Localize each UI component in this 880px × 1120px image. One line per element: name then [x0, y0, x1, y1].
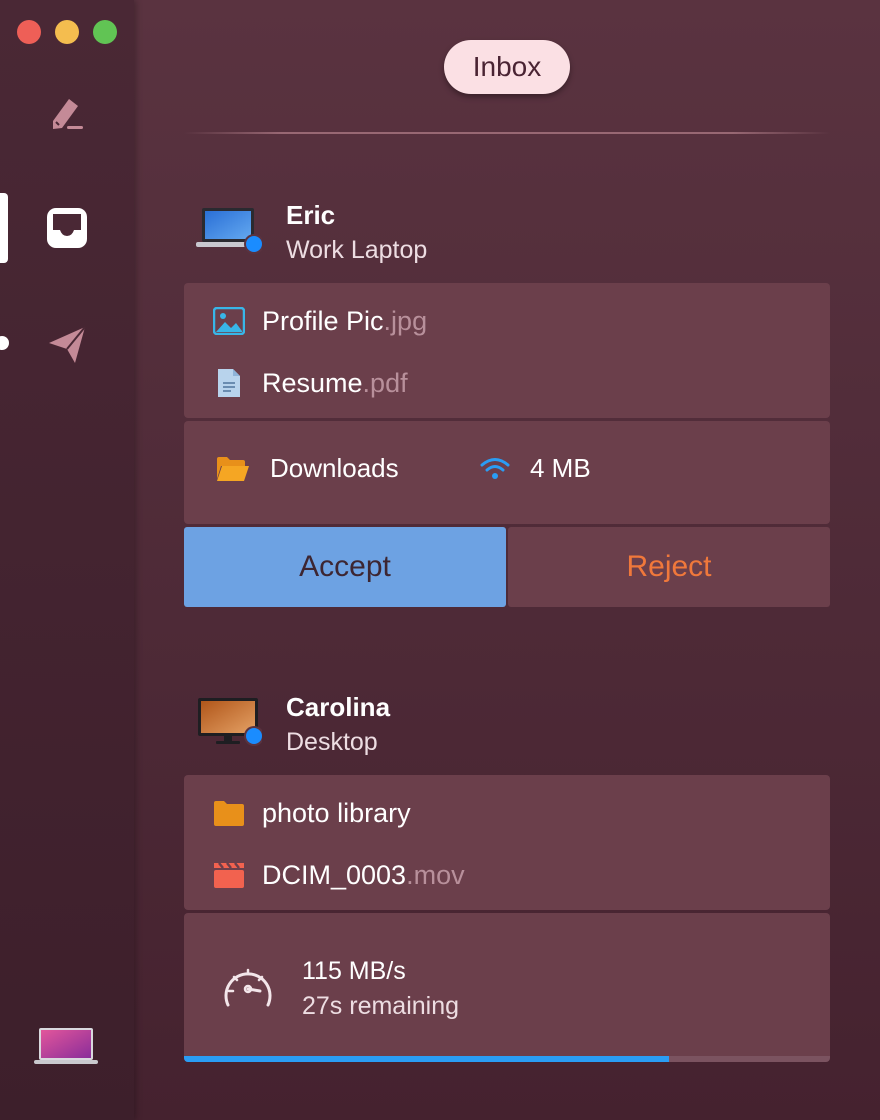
- destination-label: Downloads: [270, 453, 399, 483]
- maximize-window-button[interactable]: [93, 20, 117, 44]
- main-panel: Inbox Eric Work Laptop Profile Pic .jpg …: [134, 0, 880, 1120]
- file-name: Resume: [262, 367, 363, 398]
- this-device-laptop-icon[interactable]: [33, 1026, 99, 1066]
- list-item[interactable]: Resume .pdf: [212, 363, 408, 403]
- reject-button[interactable]: Reject: [508, 527, 830, 607]
- online-status-dot: [246, 728, 262, 744]
- sidebar-item-compose[interactable]: [0, 78, 134, 148]
- list-item[interactable]: photo library: [212, 793, 411, 833]
- file-extension: .mov: [406, 859, 465, 890]
- minimize-window-button[interactable]: [55, 20, 79, 44]
- progress-fill: [184, 1056, 669, 1062]
- speedometer-icon: [224, 968, 272, 1007]
- list-item[interactable]: DCIM_0003 .mov: [212, 855, 465, 895]
- video-clapper-icon: [212, 858, 246, 892]
- wifi-icon: [480, 457, 510, 479]
- compose-icon: [53, 99, 83, 129]
- page-title: Inbox: [444, 40, 570, 94]
- document-file-icon: [212, 366, 246, 400]
- size-label: 4 MB: [530, 453, 591, 483]
- inbox-tray-icon: [47, 208, 87, 248]
- sidebar-item-send[interactable]: [0, 310, 134, 380]
- file-name: Profile Pic: [262, 305, 384, 336]
- open-folder-icon: [217, 456, 249, 481]
- file-list-card: Profile Pic .jpg Resume .pdf: [184, 283, 830, 418]
- sender-device: Desktop: [286, 728, 378, 756]
- destination-selector[interactable]: Downloads: [216, 453, 399, 484]
- transfer-size: 4 MB: [480, 453, 591, 484]
- transfer-progress-bar: [184, 1056, 830, 1062]
- desktop-monitor-icon: [198, 698, 262, 746]
- image-file-icon: [212, 304, 246, 338]
- header-divider: [184, 132, 830, 134]
- progress-card: 115 MB/s 27s remaining: [184, 913, 830, 1056]
- sender-eric: Eric Work Laptop: [194, 200, 594, 270]
- file-extension: .pdf: [362, 367, 408, 398]
- file-name: photo library: [262, 797, 411, 828]
- transfer-speed: 115 MB/s: [302, 957, 406, 985]
- sidebar-item-inbox[interactable]: [0, 193, 134, 263]
- list-item[interactable]: Profile Pic .jpg: [212, 301, 427, 341]
- online-status-dot: [246, 236, 262, 252]
- laptop-icon: [196, 208, 262, 254]
- sender-name: Eric: [286, 200, 336, 230]
- sender-name: Carolina: [286, 692, 391, 722]
- file-extension: .jpg: [383, 305, 428, 336]
- window-controls: [17, 20, 117, 44]
- accept-button[interactable]: Accept: [184, 527, 506, 607]
- sender-device: Work Laptop: [286, 236, 428, 264]
- file-list-card: photo library DCIM_0003 .mov: [184, 775, 830, 910]
- folder-icon: [212, 796, 246, 830]
- close-window-button[interactable]: [17, 20, 41, 44]
- transfer-meta-card: Downloads 4 MB: [184, 421, 830, 524]
- sidebar: [0, 0, 134, 1120]
- file-name: DCIM_0003: [262, 859, 407, 890]
- paper-plane-icon: [49, 326, 86, 363]
- sender-carolina: Carolina Desktop: [194, 692, 594, 762]
- time-remaining: 27s remaining: [302, 992, 460, 1020]
